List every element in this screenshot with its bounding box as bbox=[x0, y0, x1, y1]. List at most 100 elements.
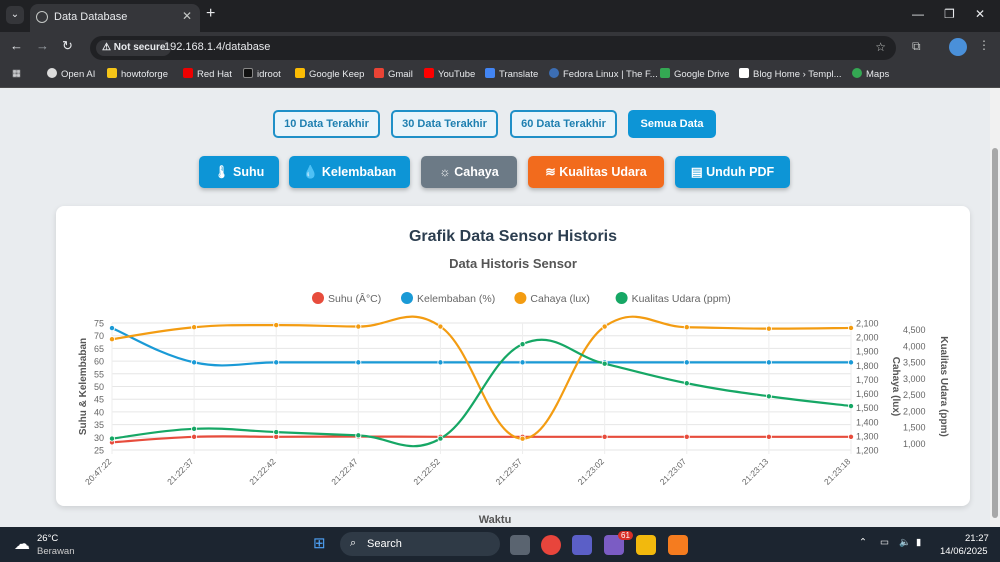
y-axis-title-right1: Cahaya (lux) bbox=[890, 357, 901, 416]
y-tick-right1: 1,700 bbox=[856, 375, 879, 385]
filter-all-button[interactable]: Semua Data bbox=[628, 110, 716, 138]
y-tick-right1: 2,000 bbox=[856, 333, 879, 343]
bookmark-item[interactable]: Google Keep bbox=[295, 68, 364, 80]
legend-label: Suhu (Â°C) bbox=[328, 292, 381, 305]
bookmark-item[interactable]: Translate bbox=[485, 68, 538, 80]
suhu-button[interactable]: 🌡 Suhu bbox=[199, 156, 279, 188]
x-axis-title: Waktu bbox=[478, 514, 512, 526]
scroll-thumb[interactable] bbox=[992, 148, 998, 518]
y-tick-left: 75 bbox=[94, 319, 104, 329]
globe-icon bbox=[36, 11, 48, 23]
sun-icon: ☼ bbox=[439, 165, 451, 179]
bookmark-item[interactable]: Blog Home › Templ... bbox=[739, 68, 842, 80]
teams-icon[interactable] bbox=[572, 535, 592, 555]
data-point bbox=[273, 322, 280, 329]
bookmark-item[interactable]: idroot bbox=[243, 68, 281, 80]
apps-grid-icon[interactable]: ▦ bbox=[12, 68, 21, 79]
y-tick-right2: 1,000 bbox=[903, 439, 926, 449]
volume-icon[interactable]: 🔈 bbox=[899, 537, 911, 548]
unduh-pdf-button[interactable]: ▤ Unduh PDF bbox=[675, 156, 790, 188]
data-point bbox=[191, 324, 198, 331]
x-tick: 21:22:57 bbox=[493, 456, 524, 487]
bookmark-item[interactable]: Gmail bbox=[374, 68, 413, 80]
browser-tab[interactable]: Data Database ✕ bbox=[30, 4, 200, 32]
bookmark-item[interactable]: Maps bbox=[852, 68, 889, 80]
cahaya-button[interactable]: ☼ Cahaya bbox=[421, 156, 517, 188]
not-secure-badge[interactable]: ⚠ Not secure bbox=[96, 40, 172, 56]
minimize-icon[interactable]: — bbox=[912, 7, 924, 21]
data-point bbox=[848, 359, 855, 366]
tab-search-icon[interactable]: ⌄ bbox=[6, 6, 24, 24]
bookmark-item[interactable]: YouTube bbox=[424, 68, 475, 80]
data-point bbox=[765, 359, 772, 366]
thermometer-icon: 🌡 bbox=[213, 165, 230, 179]
kualitas-udara-button[interactable]: ≋ Kualitas Udara bbox=[528, 156, 664, 188]
forward-icon[interactable]: → bbox=[36, 38, 49, 53]
chrome-icon[interactable] bbox=[541, 535, 561, 555]
weather-text[interactable]: Berawan bbox=[37, 546, 75, 557]
legend-swatch bbox=[401, 292, 413, 304]
reload-icon[interactable]: ↻ bbox=[62, 38, 73, 54]
data-point bbox=[109, 435, 116, 442]
weather-icon[interactable]: ☁ bbox=[14, 534, 30, 554]
battery-icon[interactable]: ▮ bbox=[916, 537, 921, 548]
y-tick-right2: 3,500 bbox=[903, 358, 926, 368]
y-tick-right2: 2,500 bbox=[903, 390, 926, 400]
data-point bbox=[519, 341, 526, 348]
bookmark-star-icon[interactable]: ☆ bbox=[875, 40, 886, 54]
bookmark-item[interactable]: Red Hat bbox=[183, 68, 232, 80]
bookmark-item[interactable]: Fedora Linux | The F... bbox=[549, 68, 658, 80]
filter-10-button[interactable]: 10 Data Terakhir bbox=[273, 110, 380, 138]
filter-60-button[interactable]: 60 Data Terakhir bbox=[510, 110, 617, 138]
data-point bbox=[683, 433, 690, 440]
filter-30-button[interactable]: 30 Data Terakhir bbox=[391, 110, 498, 138]
file-explorer-icon[interactable] bbox=[636, 535, 656, 555]
notification-badge: 61 bbox=[618, 531, 633, 540]
windows-start-icon[interactable]: ⊞ bbox=[313, 534, 326, 552]
y-tick-right1: 2,100 bbox=[856, 319, 879, 329]
restore-icon[interactable]: ❐ bbox=[944, 7, 955, 21]
y-tick-right1: 1,200 bbox=[856, 446, 879, 456]
extensions-icon[interactable]: ⧉ bbox=[912, 39, 921, 54]
profile-avatar[interactable] bbox=[949, 38, 967, 56]
close-tab-icon[interactable]: ✕ bbox=[182, 9, 192, 23]
legend-label: Kualitas Udara (ppm) bbox=[632, 293, 731, 305]
close-window-icon[interactable]: ✕ bbox=[975, 7, 985, 21]
task-view-icon[interactable] bbox=[510, 535, 530, 555]
y-tick-left: 45 bbox=[94, 395, 104, 405]
data-point bbox=[437, 435, 444, 442]
series-line bbox=[111, 327, 851, 367]
y-tick-left: 65 bbox=[94, 344, 104, 354]
bookmark-item[interactable]: Open AI bbox=[47, 68, 95, 80]
y-tick-left: 35 bbox=[94, 420, 104, 430]
page-scrollbar[interactable] bbox=[990, 88, 1000, 527]
address-bar[interactable]: ⚠ Not secure 192.168.1.4/database ☆ bbox=[90, 36, 896, 60]
y-tick-left: 50 bbox=[94, 382, 104, 392]
clock-time[interactable]: 21:27 bbox=[965, 533, 989, 544]
tray-chevron-icon[interactable]: ⌃ bbox=[859, 537, 867, 548]
pdf-file-icon: ▤ bbox=[690, 165, 703, 179]
data-point bbox=[601, 323, 608, 330]
legend-swatch bbox=[312, 292, 324, 304]
bookmark-item[interactable]: howtoforge bbox=[107, 68, 168, 80]
menu-icon[interactable]: ⋮ bbox=[978, 38, 990, 52]
data-point bbox=[765, 325, 772, 332]
bookmark-item[interactable]: Google Drive bbox=[660, 68, 729, 80]
data-point bbox=[519, 359, 526, 366]
clock-date[interactable]: 14/06/2025 bbox=[940, 546, 988, 557]
x-tick: 20:47:22 bbox=[83, 456, 114, 487]
data-point bbox=[683, 324, 690, 331]
y-tick-left: 55 bbox=[94, 369, 104, 379]
legend-label: Kelembaban (%) bbox=[417, 293, 495, 305]
new-tab-icon[interactable]: + bbox=[206, 5, 215, 23]
back-icon[interactable]: ← bbox=[10, 38, 23, 53]
weather-temp[interactable]: 26°C bbox=[37, 533, 58, 544]
network-icon[interactable]: ▭ bbox=[880, 537, 889, 548]
y-tick-left: 60 bbox=[94, 357, 104, 367]
xampp-icon[interactable] bbox=[668, 535, 688, 555]
kelembaban-button[interactable]: 💧 Kelembaban bbox=[289, 156, 410, 188]
data-point bbox=[683, 359, 690, 366]
taskbar-search[interactable]: ⌕ Search bbox=[340, 532, 500, 556]
y-tick-left: 40 bbox=[94, 407, 104, 417]
bookmarks-bar: ▦ Open AI howtoforge Red Hat idroot Goog… bbox=[0, 62, 1000, 88]
